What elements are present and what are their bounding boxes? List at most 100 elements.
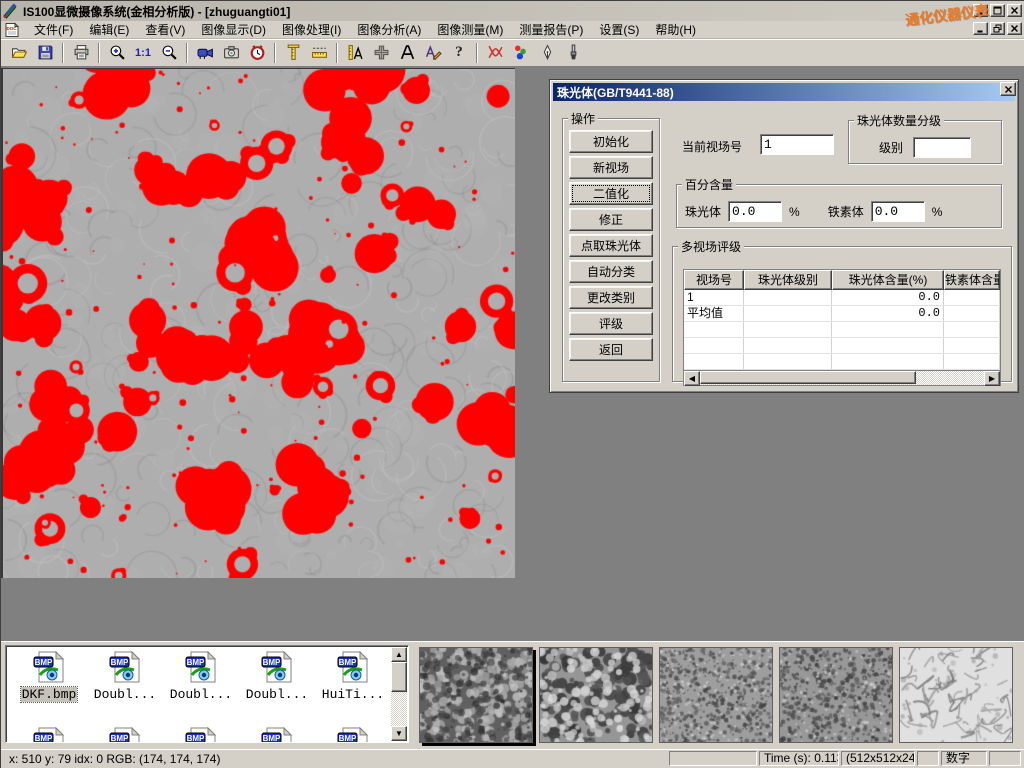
percent-sign: % [932,205,943,219]
scroll-down-arrow[interactable]: ▼ [391,726,407,741]
file-item[interactable]: Doubl... [240,650,314,702]
menu-image-measure[interactable]: 图像测量(M) [429,20,511,39]
thumbnail-1[interactable] [419,647,533,743]
dialog-close-button[interactable] [1000,82,1016,96]
file-item[interactable]: Doubl... [164,650,238,702]
camera-capture-button[interactable] [218,41,244,65]
classify-button[interactable] [508,41,534,65]
scroll-track[interactable] [700,371,984,385]
scroll-right-arrow[interactable]: ▶ [984,371,1000,386]
menu-image-display[interactable]: 图像显示(D) [193,20,274,39]
actual-size-button[interactable]: 1:1 [130,41,156,65]
ruler-button[interactable] [306,41,332,65]
text-tool-button[interactable] [394,41,420,65]
correct-button[interactable]: 修正 [569,208,653,231]
scroll-up-arrow[interactable]: ▲ [391,647,407,662]
status-bar: x: 510 y: 79 idx: 0 RGB: (174, 174, 174)… [1,749,1024,768]
annotate-button[interactable] [420,41,446,65]
file-item[interactable]: DKF.bmp [12,650,86,702]
file-item[interactable] [164,726,238,743]
metallograph-image-canvas[interactable] [3,69,515,578]
binarize-button[interactable]: 二值化 [569,182,653,205]
spline-tool-button[interactable] [482,41,508,65]
menu-file[interactable]: 文件(F) [26,20,81,39]
child-close-button[interactable] [1007,22,1022,35]
close-button[interactable] [1007,4,1022,17]
brush-icon [565,44,582,61]
col-field-no[interactable]: 视场号 [684,270,744,290]
help-button[interactable]: ? [446,41,472,65]
menu-view[interactable]: 查看(V) [137,20,193,39]
scroll-thumb[interactable] [391,662,407,692]
file-item[interactable] [12,726,86,743]
file-name[interactable]: Doubl... [93,687,157,702]
file-list-scrollbar[interactable]: ▲ ▼ [391,647,407,741]
current-field-input[interactable] [760,134,834,155]
file-item[interactable] [240,726,314,743]
col-ferrite-content[interactable]: 铁素体含量(%) [944,270,1000,290]
table-row[interactable]: 1 0.0 [684,290,1000,306]
current-field-label: 当前视场号 [682,138,742,155]
file-listbox[interactable]: DKF.bmp Doubl... Doubl... Doubl... HuiTi… [5,645,409,743]
change-class-button[interactable]: 更改类别 [569,286,653,309]
brush-tool-button[interactable] [560,41,586,65]
initialize-button[interactable]: 初始化 [569,130,653,153]
open-button[interactable] [6,41,32,65]
ferrite-percent-input[interactable] [871,201,925,222]
thumbnail-2[interactable] [539,647,653,743]
grid-tool-button[interactable] [368,41,394,65]
file-name[interactable]: DKF.bmp [21,687,78,702]
dialog-title-bar[interactable]: 珠光体(GB/T9441-88) [553,83,1015,101]
table-row[interactable]: 平均值 0.0 [684,306,1000,322]
pearlite-percent-input[interactable] [728,201,782,222]
measure-text-button[interactable] [342,41,368,65]
menu-bar: DOC 文件(F) 编辑(E) 查看(V) 图像显示(D) 图像处理(I) 图像… [1,21,1024,39]
file-item[interactable] [316,726,390,743]
menu-help[interactable]: 帮助(H) [647,20,704,39]
cell: 0.0 [832,306,944,321]
height-gauge-button[interactable] [280,41,306,65]
toolbar-separator [62,43,64,63]
scroll-left-arrow[interactable]: ◀ [684,371,700,386]
table-row[interactable] [684,322,1000,338]
thumbnail-5[interactable] [899,647,1013,743]
pen-tool-button[interactable] [534,41,560,65]
col-pearlite-content[interactable]: 珠光体含量(%) [832,270,944,290]
timer-button[interactable] [244,41,270,65]
menu-image-processing[interactable]: 图像处理(I) [274,20,349,39]
maximize-button[interactable] [990,4,1005,17]
print-button[interactable] [68,41,94,65]
menu-settings[interactable]: 设置(S) [591,20,647,39]
save-button[interactable] [32,41,58,65]
menu-measure-report[interactable]: 测量报告(P) [511,20,591,39]
document-icon[interactable]: DOC [4,22,20,38]
minimize-button[interactable] [973,4,988,17]
menu-image-analysis[interactable]: 图像分析(A) [349,20,429,39]
video-capture-button[interactable] [192,41,218,65]
child-restore-button[interactable] [990,22,1005,35]
table-row[interactable] [684,338,1000,354]
pick-pearlite-button[interactable]: 点取珠光体 [569,234,653,257]
col-pearlite-level[interactable]: 珠光体级别 [744,270,832,290]
file-item[interactable]: Doubl... [88,650,162,702]
menu-edit[interactable]: 编辑(E) [81,20,137,39]
file-name[interactable]: HuiTi... [321,687,385,702]
table-horizontal-scrollbar[interactable]: ◀ ▶ [684,370,1000,385]
table-row[interactable] [684,354,1000,370]
thumbnail-3[interactable] [659,647,773,743]
rate-button[interactable]: 评级 [569,312,653,335]
thumbnail-4[interactable] [779,647,893,743]
child-minimize-button[interactable] [973,22,988,35]
close-icon [1010,24,1019,33]
file-name[interactable]: Doubl... [245,687,309,702]
file-name[interactable]: Doubl... [169,687,233,702]
zoom-out-button[interactable] [156,41,182,65]
new-field-button[interactable]: 新视场 [569,156,653,179]
return-button[interactable]: 返回 [569,338,653,361]
file-item[interactable]: HuiTi... [316,650,390,702]
scroll-thumb[interactable] [700,371,916,384]
level-input[interactable] [913,137,971,158]
zoom-in-button[interactable] [104,41,130,65]
file-item[interactable] [88,726,162,743]
auto-classify-button[interactable]: 自动分类 [569,260,653,283]
